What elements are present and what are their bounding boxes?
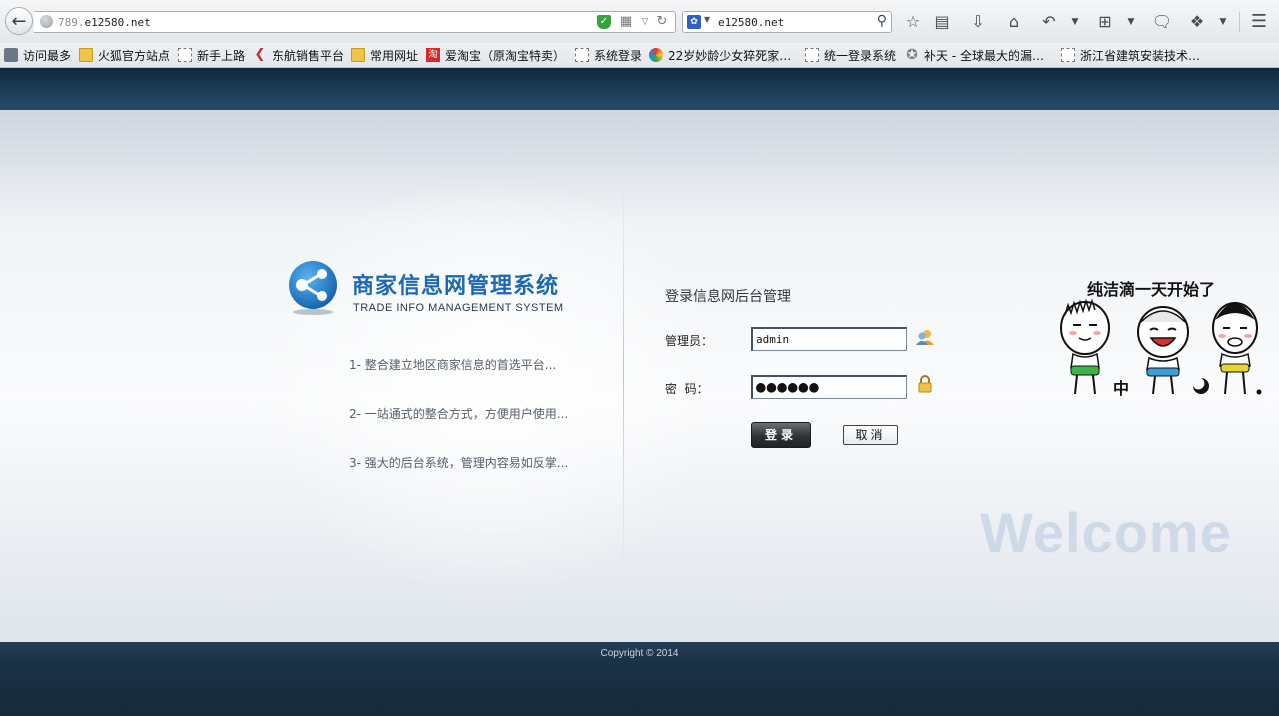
back-arrow-icon: ← (11, 10, 27, 32)
svg-text:中: 中 (1113, 379, 1129, 398)
menu-icon[interactable]: ☰ (1248, 11, 1270, 33)
history-dropdown-icon[interactable]: ▽ (638, 15, 652, 29)
folder-icon (351, 48, 365, 62)
cartoon-caption: 纯洁滴一天开始了 (1087, 280, 1216, 299)
vertical-divider (623, 175, 624, 570)
reload-icon[interactable]: ↻ (655, 15, 669, 29)
qr-code-icon[interactable]: ▦ (619, 15, 633, 29)
folder-icon (79, 48, 93, 62)
extension-dropdown-icon[interactable]: ▼ (1212, 11, 1234, 33)
search-engine-icon[interactable]: ✿ (687, 15, 701, 29)
feature-item-2: 2- 一站通式的整合方式，方便用户使用... (349, 407, 569, 421)
search-query: e12580.net (718, 16, 785, 29)
cancel-button[interactable]: 取消 (843, 425, 898, 445)
bookmark-star-icon[interactable]: ☆ (902, 11, 924, 33)
login-panel-area: 商家信息网管理系统 TRADE INFO MANAGEMENT SYSTEM 1… (0, 110, 1279, 642)
brand-title: 商家信息网管理系统 (352, 274, 560, 299)
airline-icon: ❮ (254, 47, 266, 62)
undo-dropdown-icon[interactable]: ▼ (1064, 11, 1086, 33)
swirl-icon (649, 48, 663, 62)
bookmark-zhejiang[interactable]: 浙江省建筑安装技术… (1061, 47, 1200, 63)
most-visited-icon (4, 48, 18, 62)
brand-subtitle: TRADE INFO MANAGEMENT SYSTEM (353, 302, 564, 314)
feature-item-3: 3- 强大的后台系统，管理内容易如反掌... (349, 456, 569, 470)
bookmark-most-visited[interactable]: 访问最多 (4, 47, 71, 63)
bookmark-taobao[interactable]: 淘爱淘宝（原淘宝特卖） (426, 47, 565, 63)
users-icon (916, 330, 934, 345)
page-icon (1061, 48, 1075, 62)
bookmark-getting-started[interactable]: 新手上路 (178, 47, 245, 63)
download-icon[interactable]: ⇩ (967, 11, 989, 33)
background-glow (260, 170, 720, 600)
bookmark-news[interactable]: 22岁妙龄少女猝死家… (649, 47, 791, 63)
bookmark-butian[interactable]: ✪ 补天 - 全球最大的漏… (905, 47, 1044, 63)
search-bar[interactable]: ✿ ▼ e12580.net ⚲ (682, 11, 892, 33)
engine-dropdown-icon[interactable]: ▼ (704, 15, 710, 24)
browser-toolbar: ← 789.e12580.net ✓ ▦ ▽ ↻ ✿ ▼ e12580.net … (0, 0, 1279, 44)
bookmark-firefox-site[interactable]: 火狐官方站点 (79, 47, 170, 63)
reading-list-icon[interactable]: ▤ (931, 11, 953, 33)
crop-dropdown-icon[interactable]: ▼ (1120, 11, 1142, 33)
password-label: 密 码： (665, 382, 709, 396)
address-bar[interactable]: 789.e12580.net ✓ ▦ ▽ ↻ (34, 11, 676, 33)
page-footer: Copyright © 2014 (0, 642, 1279, 716)
back-button[interactable]: ← (5, 7, 33, 35)
username-label: 管理员： (665, 334, 714, 348)
site-identity-icon[interactable] (40, 15, 53, 28)
toolbar-separator (1239, 12, 1240, 32)
feature-item-1: 1- 整合建立地区商家信息的首选平台... (349, 358, 557, 372)
taobao-icon: 淘 (426, 48, 440, 62)
chat-bubble-icon[interactable]: 🗨 (1151, 11, 1173, 33)
welcome-watermark: Welcome (980, 501, 1232, 564)
bookmark-system-login[interactable]: 系统登录 (575, 47, 642, 63)
undo-icon[interactable]: ↶ (1038, 11, 1060, 33)
bookmark-unified-login[interactable]: 统一登录系统 (805, 47, 896, 63)
page-icon (178, 48, 192, 62)
lock-icon (918, 375, 932, 393)
bookmarks-bar: 访问最多 火狐官方站点 新手上路 ❮ 东航销售平台 常用网址 淘爱淘宝（原淘宝特卖… (0, 43, 1279, 68)
share-network-logo-icon (289, 261, 337, 315)
screenshot-crop-icon[interactable]: ⊞ (1094, 11, 1116, 33)
bookmark-airline[interactable]: ❮ 东航销售平台 (253, 47, 344, 63)
page-icon (805, 48, 819, 62)
star-icon: ✪ (906, 47, 918, 63)
login-title: 登录信息网后台管理 (665, 289, 791, 305)
password-input[interactable]: ●●●●●● (751, 375, 907, 399)
username-input[interactable] (751, 327, 907, 351)
page-icon (575, 48, 589, 62)
copyright-text: Copyright © 2014 (600, 648, 679, 659)
search-magnifier-icon[interactable]: ⚲ (877, 13, 887, 29)
page-header-band (0, 68, 1279, 110)
bookmark-common-sites[interactable]: 常用网址 (351, 47, 418, 63)
login-button[interactable]: 登录 (751, 422, 811, 448)
home-icon[interactable]: ⌂ (1003, 11, 1025, 33)
extension-icon[interactable]: ❖ (1186, 11, 1208, 33)
adblock-shield-icon[interactable]: ✓ (597, 15, 611, 29)
address-url: 789.e12580.net (58, 16, 151, 29)
